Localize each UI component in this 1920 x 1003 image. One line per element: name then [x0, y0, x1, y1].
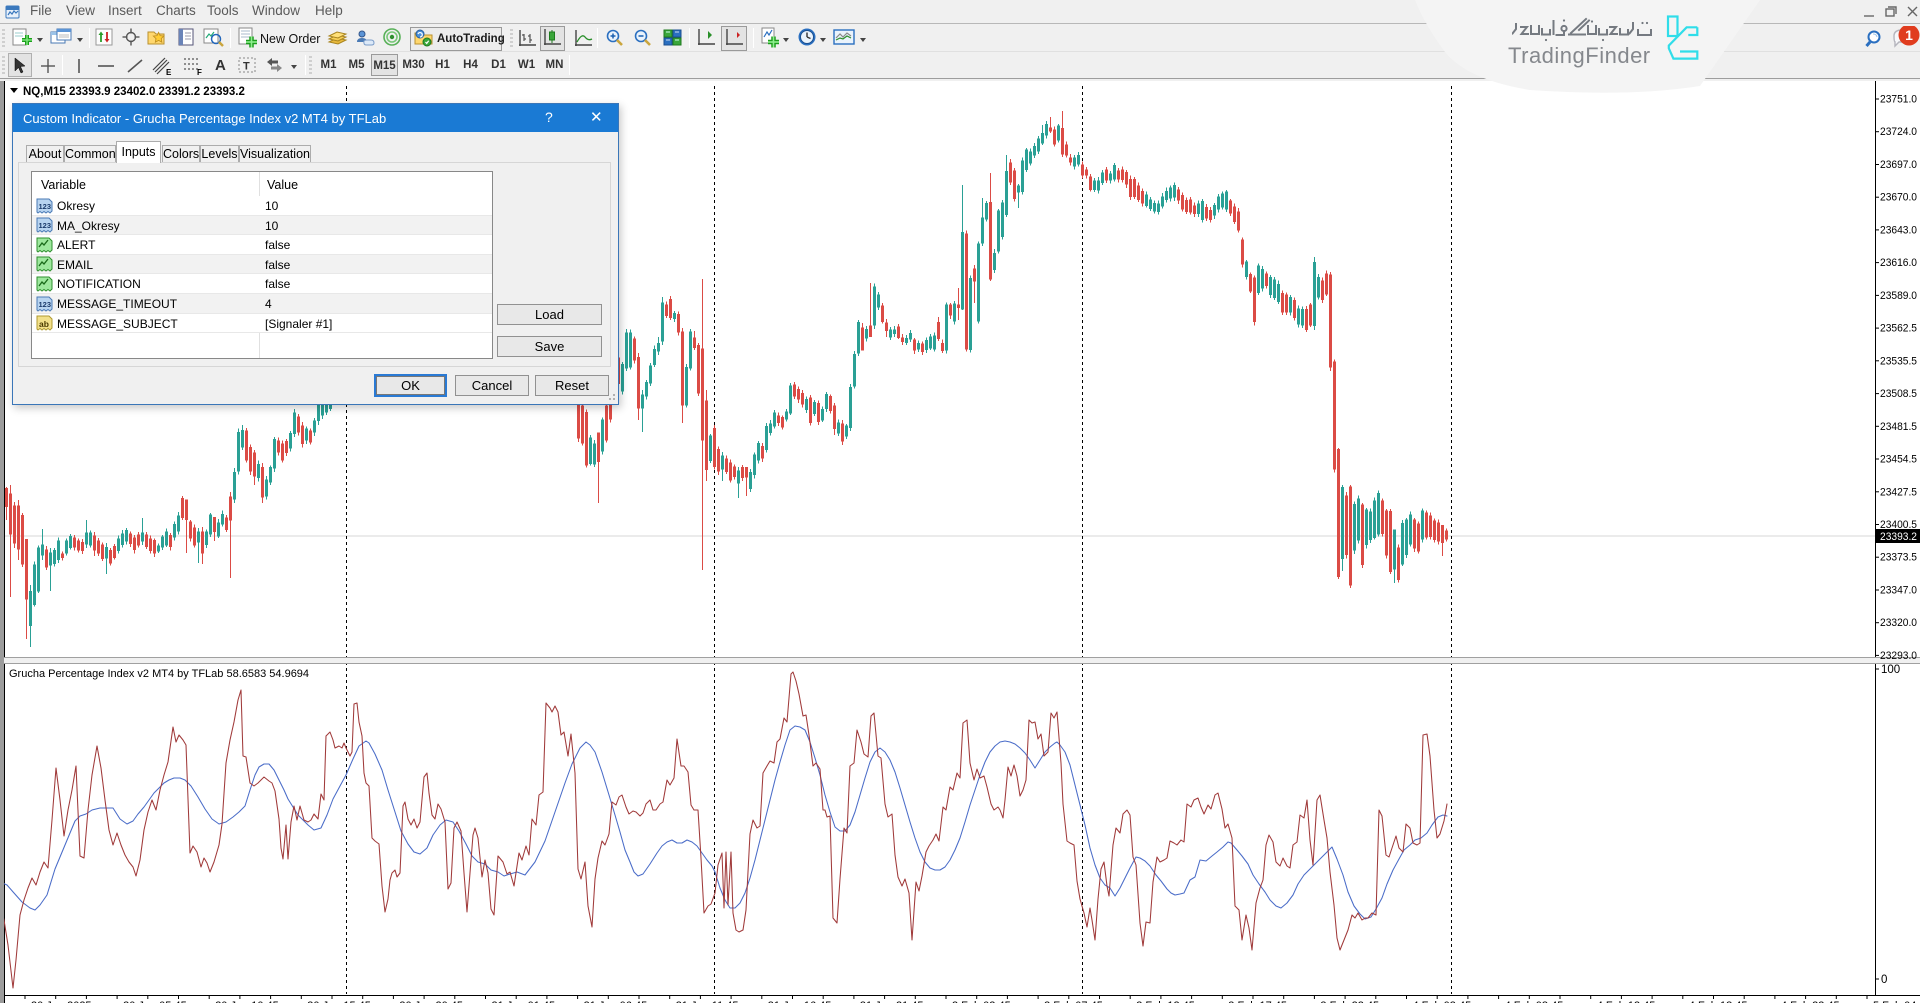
- svg-text:123: 123: [39, 221, 52, 230]
- svg-text:23508.5: 23508.5: [1880, 388, 1917, 400]
- svg-text:NQ,M15 23393.9 23402.0 23391.: NQ,M15 23393.9 23402.0 23391.2 23393.2: [23, 86, 245, 98]
- svg-text:23481.5: 23481.5: [1880, 421, 1917, 433]
- svg-text:23562.5: 23562.5: [1880, 323, 1917, 335]
- svg-text:23373.5: 23373.5: [1880, 552, 1917, 564]
- svg-text:ab: ab: [39, 319, 49, 329]
- svg-text:23589.0: 23589.0: [1880, 290, 1917, 302]
- svg-text:0: 0: [1881, 974, 1887, 986]
- svg-text:23427.5: 23427.5: [1880, 486, 1917, 498]
- svg-text:123: 123: [39, 202, 52, 211]
- svg-text:23724.0: 23724.0: [1880, 126, 1917, 138]
- svg-text:123: 123: [39, 300, 52, 309]
- svg-text:23347.0: 23347.0: [1880, 585, 1917, 597]
- svg-text:23454.5: 23454.5: [1880, 454, 1917, 466]
- svg-text:23670.0: 23670.0: [1880, 192, 1917, 204]
- svg-text:23751.0: 23751.0: [1880, 94, 1917, 106]
- svg-text:23320.0: 23320.0: [1880, 617, 1917, 629]
- svg-text:23697.0: 23697.0: [1880, 159, 1917, 171]
- svg-text:100: 100: [1881, 664, 1900, 676]
- svg-text:Grucha Percentage Index v2 MT4: Grucha Percentage Index v2 MT4 by TFLab …: [9, 668, 309, 680]
- svg-text:1: 1: [1905, 27, 1913, 43]
- svg-text:F: F: [197, 68, 202, 76]
- svg-text:23616.0: 23616.0: [1880, 257, 1917, 269]
- svg-text:23393.2: 23393.2: [1880, 531, 1917, 543]
- svg-text:23643.0: 23643.0: [1880, 224, 1917, 236]
- svg-text:23293.0: 23293.0: [1880, 650, 1917, 662]
- svg-text:E: E: [166, 68, 172, 76]
- svg-text:T: T: [243, 61, 250, 73]
- svg-text:23535.5: 23535.5: [1880, 355, 1917, 367]
